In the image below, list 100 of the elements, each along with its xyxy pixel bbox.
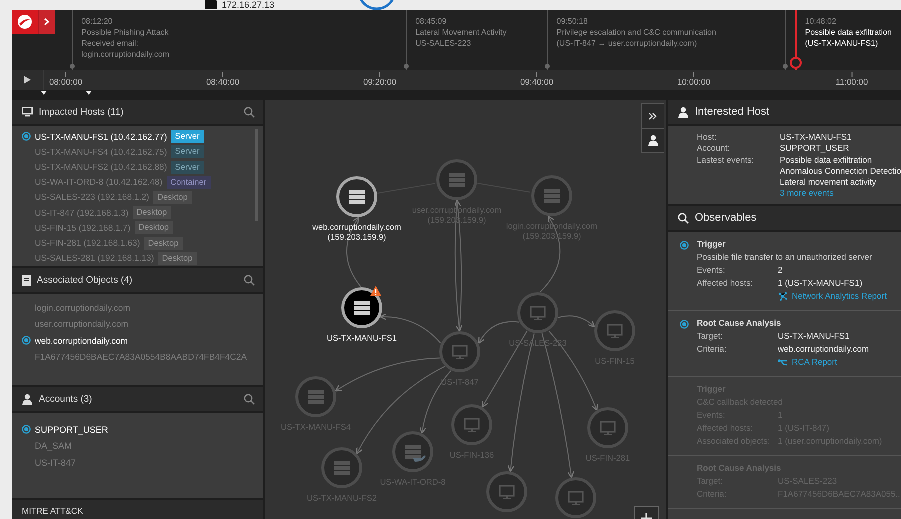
card-title[interactable]: Root Cause Analysis [697,317,897,330]
host-item[interactable]: US-FIN-281 (192.168.1.63) [35,238,140,248]
host-item[interactable]: US-TX-MANU-FS1 (10.42.162.77) [35,132,168,142]
object-item[interactable]: login.corruptiondaily.com [35,303,130,314]
type-tag: Desktop [158,252,197,265]
logo-icon [12,10,38,34]
field-value: 1 (US-TX-MANU-FS1) [778,277,864,290]
node-label: web.corruptiondaily.com [312,222,402,232]
search-icon[interactable] [244,394,255,405]
account-item[interactable]: DA_SAM [35,441,72,452]
connector-line [377,183,436,194]
person-icon [678,106,689,118]
panel-title: Observables [695,212,757,224]
event-title[interactable]: Possible data exfiltration [805,27,892,38]
server-node[interactable] [296,376,336,418]
card-description: Possible file transfer to an unauthorized server [697,251,874,264]
axis-label: 11:00:00 [836,77,868,88]
type-tag: Server [171,160,204,174]
field-value: US-TX-MANU-FS1 [778,330,851,343]
field-value: Lateral movement activity [780,177,878,188]
document-icon [22,274,31,286]
desktop-node[interactable] [440,332,480,372]
type-tag: Desktop [153,190,192,204]
connector-arrow [558,316,596,328]
more-events-link[interactable]: 3 more events [780,188,901,200]
node-address: (159.203.159.9) [328,232,386,242]
event-time: 09:50:18 [556,16,589,27]
report-link[interactable]: Network Analytics Report [778,290,897,303]
field-value: Anomalous Connection Detectio [780,166,901,178]
event-detail: Received email: [82,38,140,49]
radio-icon[interactable] [22,336,31,346]
field-value: Possible data exfiltration [780,154,874,166]
card-title[interactable]: Trigger [697,238,897,251]
object-item[interactable]: web.corruptiondaily.com [35,336,128,346]
radio-icon[interactable] [22,425,31,434]
host-item[interactable]: US-SALES-281 (192.168.1.13) [35,253,154,264]
axis-label: 08:40:00 [206,77,240,88]
field-value: SUPPORT_USER [780,143,850,155]
section-title: Accounts (3) [39,394,94,405]
desktop-node[interactable] [556,478,596,518]
field-value: US-TX-MANU-FS1 [780,132,853,144]
server-node[interactable] [532,176,572,216]
panel-title: Interested Host [695,106,770,118]
event-marker[interactable] [404,64,409,69]
event-detail: (US-TX-MANU-FS1) [805,38,880,49]
server-node[interactable] [336,176,378,218]
axis-label: 09:20:00 [363,77,397,88]
account-item[interactable]: SUPPORT_USER [35,424,108,435]
field-label: Criteria: [697,343,728,356]
object-item[interactable]: F1A677456D6BAEC7A83A0554B8AABD74FB4F4C2A [35,352,248,362]
type-tag: Desktop [134,221,174,234]
event-detail: login.corruptiondaily.com [82,49,171,60]
search-icon[interactable] [244,106,255,118]
host-item[interactable]: US-TX-MANU-FS4 (10.42.162.75) [35,146,168,157]
axis-label: 09:40:00 [520,77,554,88]
event-marker[interactable] [70,64,75,69]
event-marker[interactable] [790,57,802,69]
container-node[interactable] [392,432,434,472]
desktop-node[interactable] [452,404,492,446]
event-detail: (US-IT-847 → user.corruptiondaily.com) [556,38,698,49]
server-node[interactable] [342,288,382,328]
field-label: Host: [697,132,718,144]
host-item[interactable]: US-FIN-15 (192.168.1.7) [35,222,131,233]
radio-icon[interactable] [680,320,689,329]
section-title: Impacted Hosts (11) [39,106,125,118]
event-time: 08:12:20 [82,16,114,27]
trigger-card[interactable]: Trigger Possible file transfer to an unauthorized server Events: 2 Affected hosts: 1 (US-TX-MANU-FS1) Network Analytics Report [668,232,901,311]
host-item[interactable]: US-SALES-223 (192.168.1.2) [35,192,150,202]
expand-button[interactable] [38,10,55,34]
host-item[interactable]: US-IT-847 (192.168.1.3) [35,208,129,218]
account-item[interactable]: US-IT-847 [35,458,76,468]
radio-icon[interactable] [22,132,31,142]
axis-label: 10:00:00 [677,77,711,88]
play-icon [24,76,31,84]
event-marker[interactable] [544,64,550,69]
server-node[interactable] [436,160,478,200]
event-title[interactable]: Lateral Movement Activity [416,27,538,38]
host-item[interactable]: US-TX-MANU-FS2 (10.42.162.88) [35,162,168,172]
desktop-node[interactable] [594,310,636,352]
server-node[interactable] [322,448,362,488]
field-label: Target: [697,330,724,343]
report-link[interactable]: RCA Report [778,356,897,369]
monitor-icon [22,107,33,117]
field-label: Events: [697,264,726,277]
node-label: US-TX-MANU-FS1 [326,333,398,343]
analysis-card[interactable]: Root Cause Analysis Target: US-TX-MANU-FS1 Criteria: web.corruptiondaily.com RCA Report [668,311,901,377]
type-tag: Desktop [132,206,172,220]
event-title[interactable]: Possible Phishing Attack [82,27,397,38]
event-title[interactable]: Privilege escalation and C&C communication [556,27,786,38]
type-tag: Server [171,145,204,158]
desktop-node[interactable] [588,408,628,448]
chevron-icon [44,18,50,26]
desktop-node[interactable] [518,292,558,334]
person-icon [648,135,658,146]
object-item[interactable]: user.corruptiondaily.com [35,319,129,330]
host-item[interactable]: US-WA-IT-ORD-8 (10.42.162.48) [35,177,163,188]
section-title[interactable]: MITRE ATT&CK [12,500,263,519]
radio-icon[interactable] [680,241,689,250]
search-icon[interactable] [244,274,255,286]
desktop-node[interactable] [486,472,528,512]
